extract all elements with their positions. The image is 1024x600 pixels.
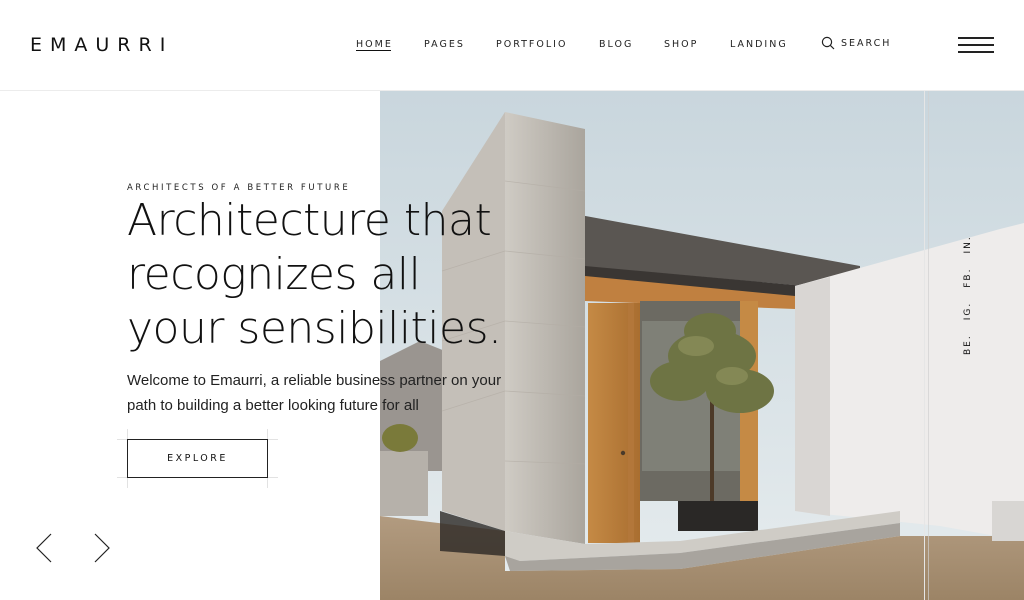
chevron-right-icon bbox=[94, 533, 110, 563]
site-logo[interactable]: EMAURRI bbox=[30, 34, 173, 56]
social-link-behance[interactable]: BE. bbox=[963, 334, 973, 355]
explore-button[interactable]: EXPLORE bbox=[127, 439, 268, 478]
search-icon bbox=[821, 36, 835, 50]
nav-home[interactable]: HOME bbox=[356, 39, 393, 50]
nav-active-underline bbox=[356, 50, 391, 51]
hero-subtitle: ARCHITECTS OF A BETTER FUTURE bbox=[127, 183, 351, 193]
social-links: BE. IG. FB. IN. bbox=[963, 235, 973, 355]
hero-headline-line: Architecture that bbox=[127, 195, 492, 246]
hero-headline-line: your sensibilities. bbox=[127, 303, 502, 354]
nav-shop[interactable]: SHOP bbox=[664, 39, 698, 50]
chevron-left-icon bbox=[36, 533, 52, 563]
social-link-instagram[interactable]: IG. bbox=[963, 302, 973, 321]
hero-intro-line: Welcome to Emaurri, a reliable business … bbox=[127, 372, 502, 389]
hamburger-menu-button[interactable] bbox=[958, 36, 994, 54]
hero-intro-line: path to building a better looking future… bbox=[127, 397, 419, 414]
nav-pages[interactable]: PAGES bbox=[424, 39, 465, 50]
social-link-facebook[interactable]: FB. bbox=[963, 268, 973, 288]
hero-headline-line: recognizes all bbox=[127, 249, 421, 300]
site-header: EMAURRI HOME PAGES PORTFOLIO BLOG SHOP L… bbox=[0, 0, 1024, 91]
social-link-linkedin[interactable]: IN. bbox=[963, 235, 973, 253]
search-label: SEARCH bbox=[841, 37, 892, 49]
nav-blog[interactable]: BLOG bbox=[599, 39, 633, 50]
slider-next-button[interactable] bbox=[92, 533, 112, 563]
hero-headline: Architecture that recognizes all your se… bbox=[127, 194, 502, 356]
nav-portfolio[interactable]: PORTFOLIO bbox=[496, 39, 567, 50]
search-button[interactable]: SEARCH bbox=[821, 36, 891, 50]
hero-intro: Welcome to Emaurri, a reliable business … bbox=[127, 368, 527, 418]
nav-landing[interactable]: LANDING bbox=[730, 39, 788, 50]
slider-prev-button[interactable] bbox=[34, 533, 54, 563]
